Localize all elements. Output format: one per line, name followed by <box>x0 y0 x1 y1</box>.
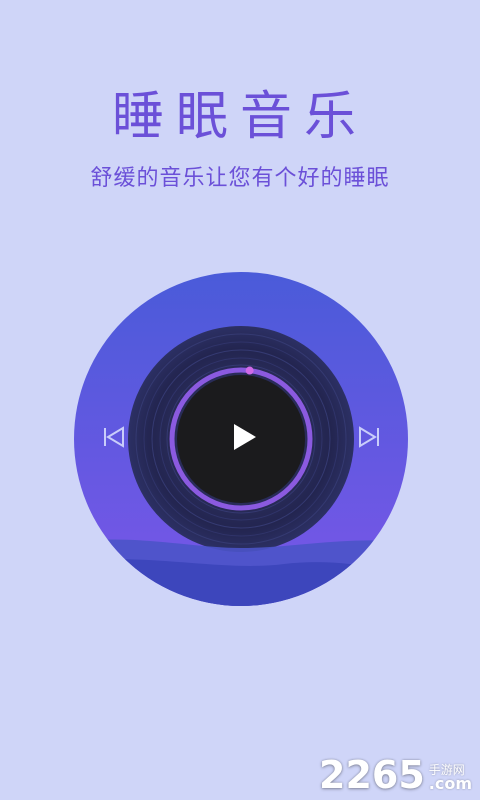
site-watermark: 2265 手游网 .com <box>319 756 472 794</box>
previous-icon <box>104 426 124 448</box>
page-subtitle: 舒缓的音乐让您有个好的睡眠 <box>90 166 390 191</box>
watermark-number: 2265 <box>319 753 425 797</box>
previous-button[interactable] <box>102 425 126 449</box>
next-icon <box>359 426 379 448</box>
watermark-domain: .com <box>428 774 472 793</box>
progress-handle[interactable] <box>245 366 254 375</box>
page-title: 睡眠音乐 <box>111 87 368 147</box>
watermark-text: 手游网 .com <box>428 763 472 793</box>
play-icon <box>234 424 256 450</box>
next-button[interactable] <box>357 425 381 449</box>
play-button[interactable] <box>216 416 266 458</box>
